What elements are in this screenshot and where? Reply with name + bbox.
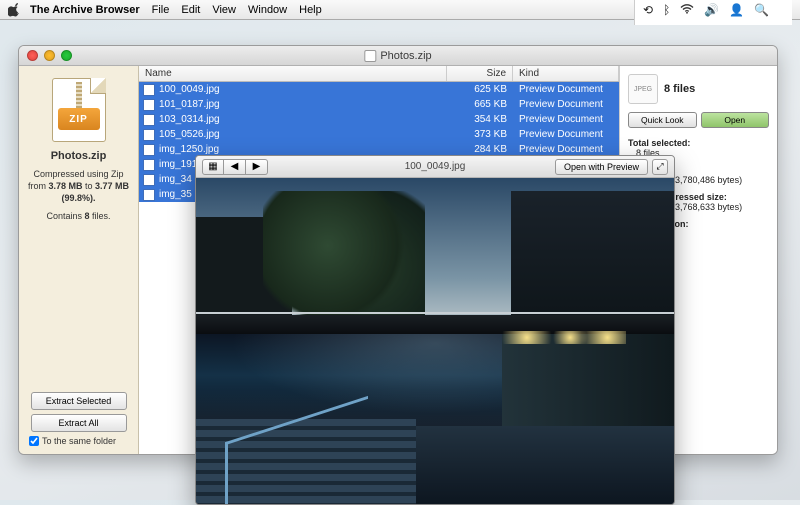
quicklook-toolbar[interactable]: ▦ ◀ ▶ 100_0049.jpg Open with Preview ⤢	[196, 156, 674, 178]
file-size: 373 KB	[447, 129, 513, 140]
extract-selected-button[interactable]: Extract Selected	[31, 392, 127, 410]
menu-window[interactable]: Window	[248, 4, 287, 16]
volume-icon[interactable]: 🔊	[704, 3, 719, 17]
quicklook-image	[196, 178, 674, 504]
archive-name: Photos.zip	[51, 150, 107, 162]
file-icon	[143, 189, 155, 201]
open-with-preview-button[interactable]: Open with Preview	[555, 159, 648, 175]
file-icon	[143, 84, 155, 96]
wifi-icon[interactable]	[680, 3, 694, 17]
zoom-button[interactable]	[61, 50, 72, 61]
app-name[interactable]: The Archive Browser	[30, 4, 140, 16]
selection-count: 8 files	[664, 83, 695, 95]
archive-description: Compressed using Zip from 3.78 MB to 3.7…	[28, 168, 129, 204]
file-row[interactable]: 105_0526.jpg373 KBPreview Document	[139, 127, 619, 142]
column-headers[interactable]: Name Size Kind	[139, 66, 619, 82]
file-kind: Preview Document	[513, 144, 619, 155]
open-button[interactable]: Open	[701, 112, 770, 128]
minimize-button[interactable]	[44, 50, 55, 61]
file-name: 105_0526.jpg	[159, 129, 447, 140]
file-row[interactable]: 100_0049.jpg625 KBPreview Document	[139, 82, 619, 97]
extract-all-button[interactable]: Extract All	[31, 414, 127, 432]
file-kind: Preview Document	[513, 129, 619, 140]
total-selected-label: Total selected:	[628, 138, 769, 148]
menu-edit[interactable]: Edit	[181, 4, 200, 16]
quicklook-window: ▦ ◀ ▶ 100_0049.jpg Open with Preview ⤢	[195, 155, 675, 505]
quicklook-button[interactable]: Quick Look	[628, 112, 697, 128]
file-icon	[143, 144, 155, 156]
file-icon	[143, 129, 155, 141]
quicklook-fullscreen-button[interactable]: ⤢	[652, 159, 668, 175]
window-titlebar[interactable]: Photos.zip	[19, 46, 777, 66]
column-kind[interactable]: Kind	[513, 66, 619, 81]
archive-icon: ZIP	[52, 78, 106, 142]
system-menubar: The Archive Browser File Edit View Windo…	[0, 0, 800, 20]
file-size: 665 KB	[447, 99, 513, 110]
apple-menu-icon[interactable]	[8, 3, 22, 17]
file-row[interactable]: 101_0187.jpg665 KBPreview Document	[139, 97, 619, 112]
bluetooth-icon[interactable]: ᛒ	[663, 3, 670, 17]
file-kind: Preview Document	[513, 114, 619, 125]
file-name: 101_0187.jpg	[159, 99, 447, 110]
quicklook-title: 100_0049.jpg	[405, 161, 466, 172]
file-size: 284 KB	[447, 144, 513, 155]
column-size[interactable]: Size	[447, 66, 513, 81]
window-title: Photos.zip	[380, 50, 431, 62]
file-name: img_1250.jpg	[159, 144, 447, 155]
file-row[interactable]: 103_0314.jpg354 KBPreview Document	[139, 112, 619, 127]
file-icon	[143, 159, 155, 171]
search-icon[interactable]: 🔍	[754, 3, 769, 17]
close-button[interactable]	[27, 50, 38, 61]
quicklook-grid-button[interactable]: ▦	[202, 159, 224, 175]
file-size: 354 KB	[447, 114, 513, 125]
column-name[interactable]: Name	[139, 66, 447, 81]
menu-file[interactable]: File	[152, 4, 170, 16]
quicklook-prev-button[interactable]: ◀	[224, 159, 246, 175]
filetype-thumb: JPEG	[628, 74, 658, 104]
file-icon	[143, 99, 155, 111]
archive-sidebar: ZIP Photos.zip Compressed using Zip from…	[19, 66, 139, 454]
file-icon	[143, 114, 155, 126]
archive-filecount: Contains 8 files.	[46, 210, 110, 222]
menu-view[interactable]: View	[212, 4, 236, 16]
file-kind: Preview Document	[513, 84, 619, 95]
file-kind: Preview Document	[513, 99, 619, 110]
title-file-icon	[364, 50, 376, 62]
file-icon	[143, 174, 155, 186]
same-folder-checkbox[interactable]: To the same folder	[29, 436, 116, 446]
file-size: 625 KB	[447, 84, 513, 95]
file-name: 103_0314.jpg	[159, 114, 447, 125]
spotlight-icon[interactable]: 👤	[729, 3, 744, 17]
menu-help[interactable]: Help	[299, 4, 322, 16]
timemachine-icon[interactable]: ⟲	[643, 3, 653, 17]
quicklook-next-button[interactable]: ▶	[246, 159, 268, 175]
file-name: 100_0049.jpg	[159, 84, 447, 95]
